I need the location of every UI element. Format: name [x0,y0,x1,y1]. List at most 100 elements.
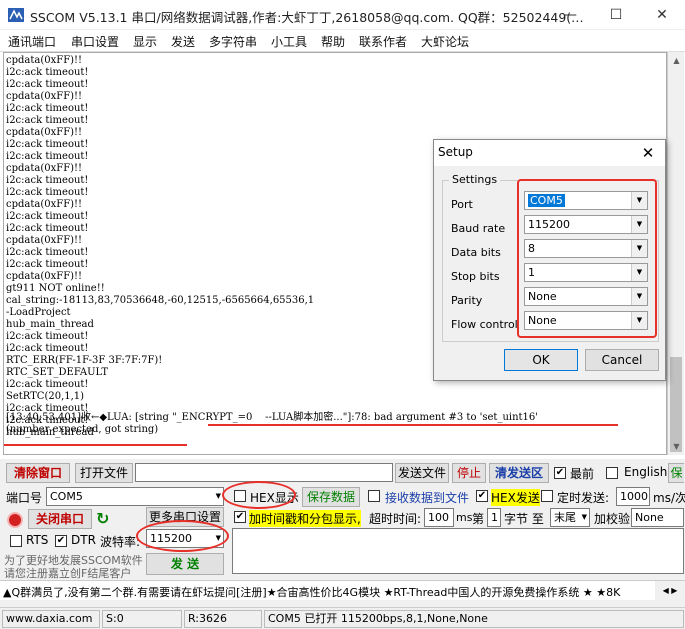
data-bits-label: Data bits [451,246,501,259]
clear-window-button[interactable]: 清除窗口 [6,463,70,483]
hex-send-label: HEX发送 [491,489,540,506]
menu-forum[interactable]: 大虾论坛 [421,33,469,50]
menu-bar: 通讯端口 串口设置 显示 发送 多字符串 小工具 帮助 联系作者 大虾论坛 [0,30,685,52]
send-file-button[interactable]: 发送文件 [395,463,449,483]
timeout-input[interactable]: 100 [424,508,454,527]
log-line: i2c:ack timeout! [6,115,89,126]
recv-to-file-checkbox[interactable] [368,490,380,502]
annotation-underline [208,424,618,426]
port-number-select[interactable]: COM5 ▼ [46,487,224,506]
log-line: cal_string:-18113,83,70536648,-60,12515,… [6,295,315,306]
port-number-label: 端口号 [6,491,43,505]
timed-interval-input[interactable]: 1000 [616,487,650,506]
timed-send-checkbox[interactable] [541,490,553,502]
save-data-button[interactable]: 保存数据 [302,487,360,507]
app-icon [8,8,24,22]
timestamp-checkbox[interactable]: ✔ [234,511,246,523]
maximize-icon[interactable]: ☐ [593,0,639,30]
log-line: hub_main_thread [6,319,94,330]
log-line: i2c:ack timeout! [6,259,89,270]
recv-to-file-label: 接收数据到文件 [385,491,470,505]
menu-display[interactable]: 显示 [133,33,157,50]
stop-button[interactable]: 停止 [452,463,486,483]
annotation-oval [222,481,296,509]
log-line: i2c:ack timeout! [6,103,89,114]
close-icon[interactable]: ✕ [639,0,685,30]
chevron-down-icon[interactable]: ▼ [216,488,221,505]
save-params-button[interactable]: 保 [668,463,684,483]
minimize-icon[interactable]: — [547,0,593,30]
flow-control-label: Flow control [451,318,518,331]
log-line: -LoadProject [6,307,71,318]
send-button[interactable]: 发 送 [146,553,224,575]
refresh-icon[interactable]: ↻ [96,509,109,528]
cancel-button[interactable]: Cancel [585,349,659,371]
dtr-label: DTR [71,533,96,547]
log-line: i2c:ack timeout! [6,343,89,354]
menu-comm-port[interactable]: 通讯端口 [8,33,56,50]
log-error-line2: (number expected, got string) [6,424,159,435]
byte-start-input[interactable]: 1 [487,508,501,527]
baud-rate-label: Baud rate [451,222,506,235]
parity-label: Parity [451,294,483,307]
news-ticker[interactable]: ▲Q群满员了,没有第二个群.有需要请在虾坛提问[注册]★合宙高性价比4G模块 ★… [0,580,685,600]
byte-to-label: 字节 至 [504,512,544,526]
log-line: i2c:ack timeout! [6,175,89,186]
log-line: i2c:ack timeout! [6,247,89,258]
settings-legend: Settings [449,173,501,186]
english-checkbox[interactable] [606,467,618,479]
scroll-up-icon[interactable]: ▲ [668,52,685,69]
menu-tools[interactable]: 小工具 [271,33,307,50]
log-line: cpdata(0xFF)!! [6,235,83,246]
menu-serial-settings[interactable]: 串口设置 [71,33,119,50]
menu-contact-author[interactable]: 联系作者 [359,33,407,50]
received-count: R:3626 [184,610,262,628]
log-line: i2c:ack timeout! [6,223,89,234]
timed-send-label: 定时发送: [557,491,610,505]
log-line: cpdata(0xFF)!! [6,127,83,138]
ticker-arrows-icon[interactable]: ◀ ▶ [655,581,685,600]
log-line: cpdata(0xFF)!! [6,199,83,210]
timestamp-label: 加时间戳和分包显示, [249,510,361,527]
log-line: i2c:ack timeout! [6,151,89,162]
log-line: i2c:ack timeout! [6,79,89,90]
ms-label: ms [456,511,473,524]
chevron-down-icon[interactable]: ▼ [582,509,587,526]
log-line: SetRTC(20,1,1) [6,391,85,402]
setup-dialog: Setup ✕ Settings Port COM5 ▼ Baud rate 11… [433,139,666,381]
send-input[interactable] [232,528,684,574]
log-line: i2c:ack timeout! [6,211,89,222]
log-line: i2c:ack timeout! [6,379,89,390]
latest-checkbox[interactable]: ✔ [554,467,566,479]
hex-send-checkbox[interactable]: ✔ [476,490,488,502]
latest-label: 最前 [570,467,595,481]
close-port-button[interactable]: 关闭串口 [28,509,92,529]
file-path-input[interactable] [135,463,393,482]
clear-send-button[interactable]: 清发送区 [489,463,549,483]
scroll-down-icon[interactable]: ▼ [668,438,685,455]
website-link[interactable]: www.daxia.com [2,610,100,628]
port-label: Port [451,198,473,211]
menu-send[interactable]: 发送 [171,33,195,50]
rts-checkbox[interactable] [10,535,22,547]
log-line: cpdata(0xFF)!! [6,163,83,174]
dialog-close-icon[interactable]: ✕ [634,142,662,164]
log-scrollbar[interactable]: ▲ ▼ [667,52,684,455]
ok-button[interactable]: OK [504,349,578,371]
stop-bits-label: Stop bits [451,270,500,283]
log-error-line1: [13:40:53.401]收←◆LUA: [string "_ENCRYPT_… [6,412,539,423]
log-line: cpdata(0xFF)!! [6,91,83,102]
timeout-label: 超时时间: [369,512,422,526]
annotation-box [517,179,657,338]
dtr-checkbox[interactable]: ✔ [55,535,67,547]
checksum-select[interactable]: None [631,508,684,527]
dialog-title-bar: Setup ✕ [434,140,665,166]
byte-prefix-label: 第 [472,512,485,526]
menu-help[interactable]: 帮助 [321,33,345,50]
menu-multi-string[interactable]: 多字符串 [209,33,257,50]
sent-count: S:0 [102,610,182,628]
ad-line-2[interactable]: 请您注册嘉立创F结尾客户 [4,565,131,581]
log-line: gt911 NOT online!! [6,283,105,294]
open-file-button[interactable]: 打开文件 [75,463,133,483]
byte-end-select[interactable]: 末尾 ▼ [550,508,590,527]
